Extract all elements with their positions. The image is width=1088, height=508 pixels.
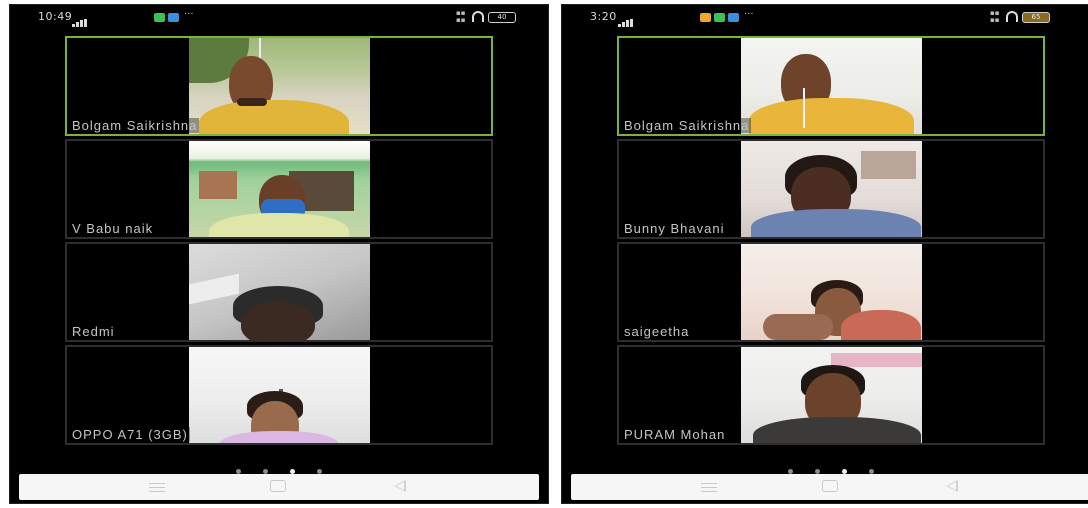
volte-icon: ▪▪ ▪▪ (456, 9, 466, 24)
battery-icon: 40 (488, 12, 516, 23)
back-icon[interactable] (946, 480, 958, 492)
participant-tile-bolgam-saikrishna[interactable]: Bolgam Saikrishna (617, 36, 1045, 136)
battery-icon: 65 (1022, 12, 1050, 23)
participant-video (189, 141, 370, 237)
participant-tile-redmi[interactable]: Redmi (65, 242, 493, 342)
more-notifications-icon: ··· (184, 9, 194, 20)
participant-video (189, 347, 370, 443)
navigation-bar (571, 474, 1088, 500)
participant-video (741, 347, 922, 443)
participant-video (741, 244, 922, 340)
phone-screen-left: 10:49 ··· ▪▪ ▪▪ 40 Bolgam Saikrishna V B… (9, 4, 549, 504)
participant-name: Bolgam Saikrishna (622, 118, 752, 133)
notification-icon (728, 13, 739, 22)
volte-icon: ▪▪ ▪▪ (990, 9, 1000, 24)
participant-tile-puram-mohan[interactable]: PURAM Mohan (617, 345, 1045, 445)
menu-icon[interactable] (149, 480, 165, 492)
participant-tile-bunny-bhavani[interactable]: Bunny Bhavani (617, 139, 1045, 239)
status-time: 10:49 (38, 10, 73, 23)
participant-name: saigeetha (622, 324, 692, 339)
phone-screen-right: 3:20 ··· ▪▪ ▪▪ 65 Bolgam Saikrishna Bunn… (561, 4, 1088, 504)
home-icon[interactable] (270, 480, 286, 492)
status-bar: 3:20 ··· ▪▪ ▪▪ 65 (562, 5, 1088, 29)
more-notifications-icon: ··· (744, 9, 754, 20)
participant-name: V Babu naik (70, 221, 156, 236)
notification-icon (154, 13, 165, 22)
participant-tile-bolgam-saikrishna[interactable]: Bolgam Saikrishna (65, 36, 493, 136)
notification-icon (700, 13, 711, 22)
status-bar: 10:49 ··· ▪▪ ▪▪ 40 (10, 5, 548, 29)
menu-icon[interactable] (701, 480, 717, 492)
status-time: 3:20 (590, 10, 617, 23)
signal-icon (618, 14, 644, 27)
navigation-bar (19, 474, 539, 500)
headset-icon (472, 11, 484, 22)
notification-icon (714, 13, 725, 22)
participant-name: Bolgam Saikrishna (70, 118, 200, 133)
participant-video (189, 244, 370, 340)
participant-name: Bunny Bhavani (622, 221, 727, 236)
participant-name: PURAM Mohan (622, 427, 728, 442)
signal-icon (72, 14, 98, 27)
participant-video (741, 141, 922, 237)
participant-tile-v-babu-naik[interactable]: V Babu naik (65, 139, 493, 239)
notification-icon (168, 13, 179, 22)
participant-video (189, 38, 370, 134)
participant-tile-saigeetha[interactable]: saigeetha (617, 242, 1045, 342)
participant-tile-oppo-a71[interactable]: OPPO A71 (3GB) (65, 345, 493, 445)
participant-name: OPPO A71 (3GB) (70, 427, 190, 442)
participant-video (741, 38, 922, 134)
back-icon[interactable] (394, 480, 406, 492)
participant-name: Redmi (70, 324, 117, 339)
headset-icon (1006, 11, 1018, 22)
home-icon[interactable] (822, 480, 838, 492)
